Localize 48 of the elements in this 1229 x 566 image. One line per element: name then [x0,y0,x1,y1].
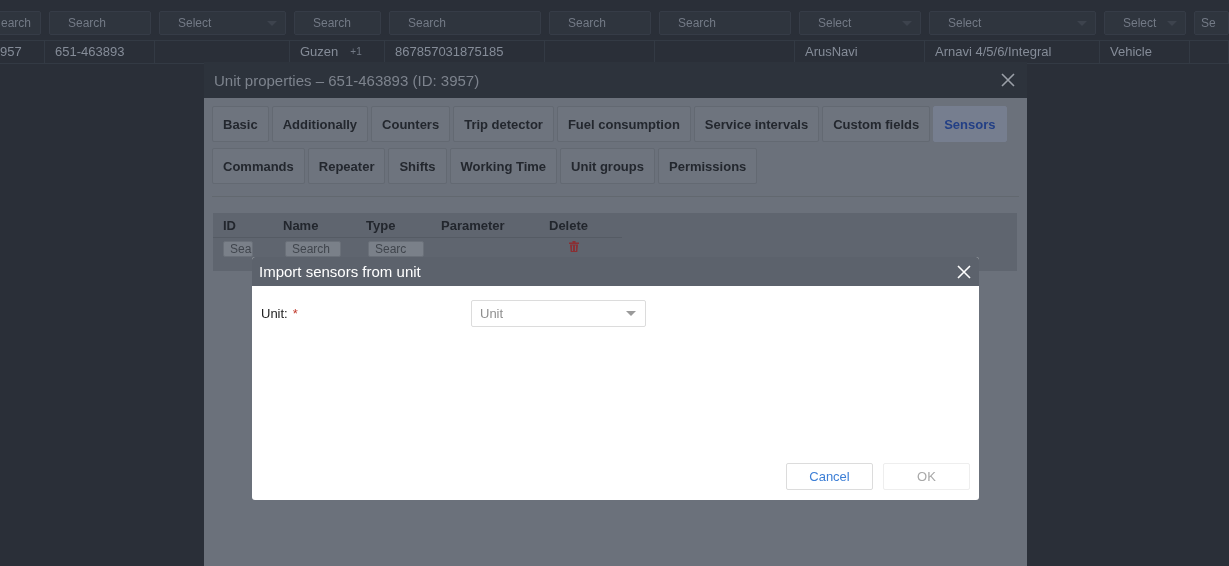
tab[interactable]: Additionally [271,106,369,142]
column-header[interactable]: Type [366,217,396,233]
filter-dropdown[interactable]: Select [929,11,1096,35]
filter-dropdown[interactable]: Select [1104,11,1186,35]
filter-search-field[interactable]: Sea [223,241,253,257]
table-cell-text: Guzen [300,45,339,59]
column-header[interactable]: Name [283,217,319,233]
tab[interactable]: Fuel consumption [556,106,691,142]
table-cell-text: ArusNavi [805,45,858,59]
filter-dropdown[interactable]: Select [799,11,921,35]
filter-search-field[interactable]: Search [659,11,791,35]
table-cell-text: Arnavi 4/5/6/Integral [935,45,1052,59]
filter-search-field[interactable]: Search [49,11,151,35]
filter-search-field[interactable]: Search [285,241,341,257]
field-label: Unit: * [261,306,299,321]
tab[interactable]: Trip detector [453,106,554,142]
dialog-button[interactable]: Cancel [786,463,873,490]
filter-search-field[interactable]: earch [0,11,41,35]
filter-search-field[interactable]: Se [1194,11,1229,35]
tab[interactable]: Working Time [449,148,558,184]
tab[interactable]: Unit groups [560,148,655,184]
tab[interactable]: Repeater [307,148,386,184]
tab[interactable]: Service intervals [693,106,820,142]
filter-search-field[interactable]: Search [389,11,541,35]
table-cell-text: 957 [0,45,22,59]
tab[interactable]: Permissions [658,148,758,184]
dialog-title: Unit properties – 651-463893 (ID: 3957) [214,71,480,89]
tab[interactable]: Shifts [388,148,447,184]
tab[interactable]: Basic [212,106,269,142]
column-header[interactable]: Parameter [441,217,505,233]
filter-search-field[interactable]: Search [549,11,651,35]
count-text: +1 [350,45,362,59]
tab[interactable]: Sensors [933,106,1007,142]
table-cell-text: Vehicle [1110,45,1152,59]
table-cell-text: 651-463893 [55,45,125,59]
close-icon[interactable] [1001,73,1015,87]
filter-dropdown[interactable]: Select [159,11,286,35]
caret-icon [626,311,636,316]
column-header[interactable]: Delete [549,217,589,233]
filter-search-field[interactable]: Search [294,11,381,35]
tab[interactable]: Custom fields [822,106,931,142]
tab[interactable]: Counters [371,106,451,142]
filter-search-field[interactable]: Searc [368,241,424,257]
dialog-title: Import sensors from unit [259,263,421,280]
unit-dropdown[interactable]: Unit [471,300,646,327]
column-header[interactable]: ID [223,217,236,233]
table-cell-text: 867857031875185 [395,45,504,59]
tab[interactable]: Commands [212,148,305,184]
